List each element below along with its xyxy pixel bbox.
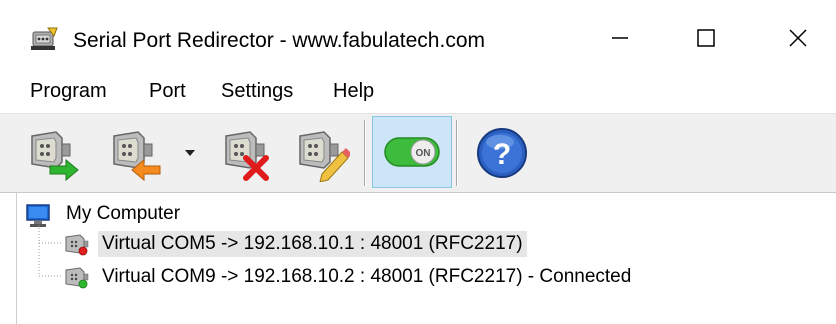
serial-connector-red-x-icon bbox=[225, 131, 269, 181]
dropdown-arrow-icon[interactable] bbox=[183, 148, 197, 158]
help-glyph: ? bbox=[493, 138, 511, 171]
on-toggle-button[interactable]: ON bbox=[372, 116, 452, 188]
serial-connector-orange-arrow-icon bbox=[113, 131, 161, 182]
add-port-options-button[interactable] bbox=[104, 122, 164, 182]
help-question-icon: ? bbox=[477, 128, 527, 178]
menu-bar: Program Port Settings Help bbox=[0, 74, 836, 110]
menu-help[interactable]: Help bbox=[330, 77, 377, 105]
window-title: Serial Port Redirector - www.fabulatech.… bbox=[73, 29, 485, 52]
minimize-icon bbox=[612, 37, 628, 39]
tree-item-label: Virtual COM9 -> 192.168.10.2 : 48001 (RF… bbox=[102, 266, 632, 287]
toolbar-separator bbox=[456, 120, 458, 186]
close-icon bbox=[789, 29, 807, 47]
edit-port-button[interactable] bbox=[290, 122, 352, 183]
title-bar: Serial Port Redirector - www.fabulatech.… bbox=[0, 0, 836, 74]
tree-item-label: Virtual COM5 -> 192.168.10.1 : 48001 (RF… bbox=[98, 231, 527, 257]
menu-port[interactable]: Port bbox=[146, 77, 189, 105]
serial-port-disconnected-icon bbox=[65, 234, 89, 256]
serial-connector-green-arrow-icon bbox=[31, 131, 79, 182]
toggle-on-icon: ON bbox=[384, 137, 440, 167]
add-port-button[interactable] bbox=[22, 122, 82, 182]
toggle-label: ON bbox=[416, 148, 431, 159]
help-button[interactable]: ? bbox=[472, 122, 532, 182]
minimize-button[interactable] bbox=[592, 18, 648, 58]
toolbar-separator bbox=[364, 120, 366, 186]
app-serial-connector-icon bbox=[31, 27, 58, 50]
tree-connector-lines bbox=[38, 225, 62, 277]
close-button[interactable] bbox=[770, 18, 826, 58]
serial-port-connected-icon bbox=[65, 267, 89, 289]
menu-program[interactable]: Program bbox=[27, 77, 110, 105]
remove-port-button[interactable] bbox=[216, 122, 276, 182]
maximize-button[interactable] bbox=[678, 18, 734, 58]
toolbar: ON ? bbox=[0, 113, 836, 193]
serial-connector-pencil-icon bbox=[299, 131, 352, 183]
maximize-icon bbox=[697, 29, 715, 47]
menu-settings[interactable]: Settings bbox=[218, 77, 296, 105]
